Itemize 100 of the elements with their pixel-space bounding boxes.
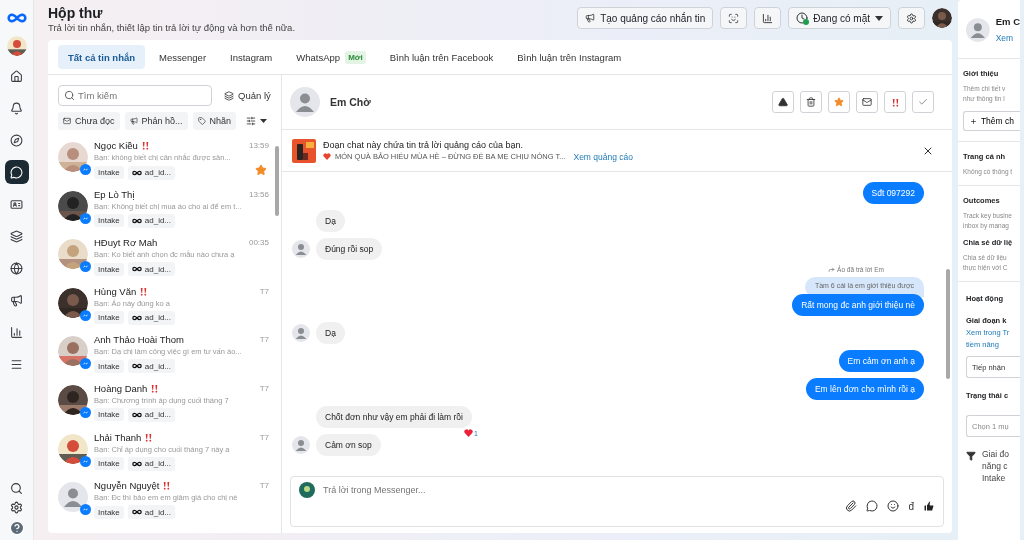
contact-name: Hùng Văn: [94, 285, 137, 297]
avatar-icon: [290, 87, 320, 117]
banner-title: Đoạn chat này chứa tin trả lời quảng cáo của bạn.: [323, 139, 525, 150]
mail-icon: [862, 97, 872, 107]
label-tag: Intake: [94, 166, 124, 179]
report-button[interactable]: [772, 91, 794, 113]
layers-icon: [10, 229, 23, 243]
messenger-badge-icon: [80, 212, 91, 224]
chat-icon: [10, 165, 23, 179]
settings-button[interactable]: [898, 7, 925, 29]
megaphone-icon: [585, 13, 596, 23]
label-tag: ad_id...: [127, 359, 176, 374]
plus-icon: [970, 116, 977, 126]
filter-chip[interactable]: Nhãn: [192, 112, 237, 130]
label-tag: ad_id...: [127, 213, 176, 228]
contact-name: Anh Thảo Hoài Thom: [94, 334, 184, 346]
label-tag: ad_id...: [127, 262, 176, 277]
messenger-badge-icon: [80, 455, 91, 467]
status-button[interactable]: Đang có mặt: [788, 7, 891, 29]
sliders-icon: [246, 116, 257, 126]
message-time: T7: [259, 286, 269, 296]
check-icon: [918, 97, 928, 107]
chat-icon[interactable]: [866, 500, 879, 512]
tab[interactable]: Messenger: [149, 45, 217, 69]
messenger-badge-icon: [80, 261, 91, 273]
label-tag: ad_id...: [127, 310, 176, 325]
manage-button[interactable]: Quản lý: [220, 90, 275, 101]
message-time: T7: [259, 383, 269, 393]
label-tag: Intake: [94, 214, 124, 228]
emoji-icon[interactable]: [887, 500, 900, 512]
add-details-button[interactable]: Thêm ch: [963, 111, 1020, 131]
trash-icon: [806, 97, 816, 107]
note-text: năng c: [982, 460, 1009, 472]
message-time: 00:35: [248, 238, 269, 248]
reply-field[interactable]: Trả lời trong Messenger...: [321, 484, 935, 496]
contact-name: HĐuyt Rơ Mah: [94, 237, 158, 249]
tab[interactable]: Instagram: [220, 45, 283, 69]
megaphone-icon: [129, 117, 138, 125]
avatar-icon: [292, 436, 310, 454]
search-field[interactable]: Tìm kiếm: [58, 85, 212, 106]
mail-icon: [63, 117, 71, 125]
sent-message: Em lên đơn cho mình rồi ạ: [805, 378, 924, 400]
thumbs-up-icon[interactable]: [923, 500, 935, 512]
nav-item[interactable]: [4, 160, 29, 184]
contact-name: Ep Lò Thị: [94, 188, 135, 200]
tab[interactable]: Bình luận trên Instagram: [507, 45, 632, 69]
page-subtitle: Trả lời tin nhắn, thiết lập tin trả lời tự động và hơn thế nữa.: [48, 22, 296, 33]
star-icon: [834, 97, 844, 107]
received-message: Cảm ơn sop: [316, 434, 381, 456]
caret-icon: [875, 15, 883, 21]
clock-icon: [796, 12, 809, 24]
scan-button[interactable]: [720, 7, 748, 29]
new-badge: Mới: [345, 50, 366, 64]
search-icon[interactable]: [10, 482, 23, 495]
note-text: Giai đo: [982, 448, 1009, 460]
message-time: 13:59: [248, 141, 269, 150]
view-ad-link[interactable]: Xem quảng cáo: [573, 151, 633, 162]
bar-chart-icon: [762, 12, 774, 24]
mail-button[interactable]: [856, 91, 878, 113]
label-tag: ad_id...: [127, 165, 176, 180]
settings-icon[interactable]: [10, 501, 23, 514]
layers-icon: [224, 90, 234, 101]
contact-name: Nguyễn Nguyệt: [94, 480, 160, 492]
exclamation-icon: [890, 97, 900, 107]
flag-button[interactable]: [884, 91, 906, 113]
sent-message: Rất mong đc anh giới thiệu nè: [792, 294, 924, 316]
warning-icon: [778, 97, 788, 107]
messenger-badge-icon: [80, 406, 91, 418]
page-avatar-icon: [299, 482, 315, 498]
label-tag: Intake: [94, 359, 124, 373]
insights-button[interactable]: [754, 7, 782, 29]
message-time: T7: [259, 335, 269, 345]
messenger-badge-icon: [80, 358, 91, 370]
filter-icon: [966, 451, 976, 461]
currency-symbol[interactable]: đ: [908, 500, 914, 512]
tab[interactable]: Tất cả tin nhắn: [58, 45, 146, 69]
caret-icon: [260, 119, 268, 123]
help-icon[interactable]: [8, 520, 25, 536]
delete-button[interactable]: [800, 91, 822, 113]
profile-link[interactable]: Xem: [995, 32, 1014, 43]
label-tag: Intake: [94, 505, 124, 519]
filter-chip[interactable]: Phản hồ...: [124, 112, 188, 130]
label-tag: ad_id...: [127, 407, 176, 422]
tab[interactable]: WhatsApp Mới: [286, 45, 376, 69]
heart-icon: [323, 153, 331, 160]
attach-icon[interactable]: [845, 500, 858, 512]
tab[interactable]: Bình luận trên Facebook: [379, 45, 504, 69]
profile-name: Em C: [995, 15, 1020, 27]
create-ad-button[interactable]: Tạo quảng cáo nhắn tin: [577, 7, 714, 29]
tag-icon: [197, 117, 206, 125]
home-icon: [10, 69, 23, 83]
label-tag: ad_id...: [127, 505, 176, 520]
messenger-badge-icon: [80, 504, 91, 516]
label-tag: ad_id...: [127, 456, 176, 471]
avatar-icon: [292, 240, 310, 258]
bar-chart-icon: [10, 325, 23, 339]
label-tag: Intake: [94, 311, 124, 325]
star-button[interactable]: [828, 91, 850, 113]
filter-chip[interactable]: Chưa đọc: [58, 112, 120, 130]
received-message: Dạ: [316, 210, 345, 232]
